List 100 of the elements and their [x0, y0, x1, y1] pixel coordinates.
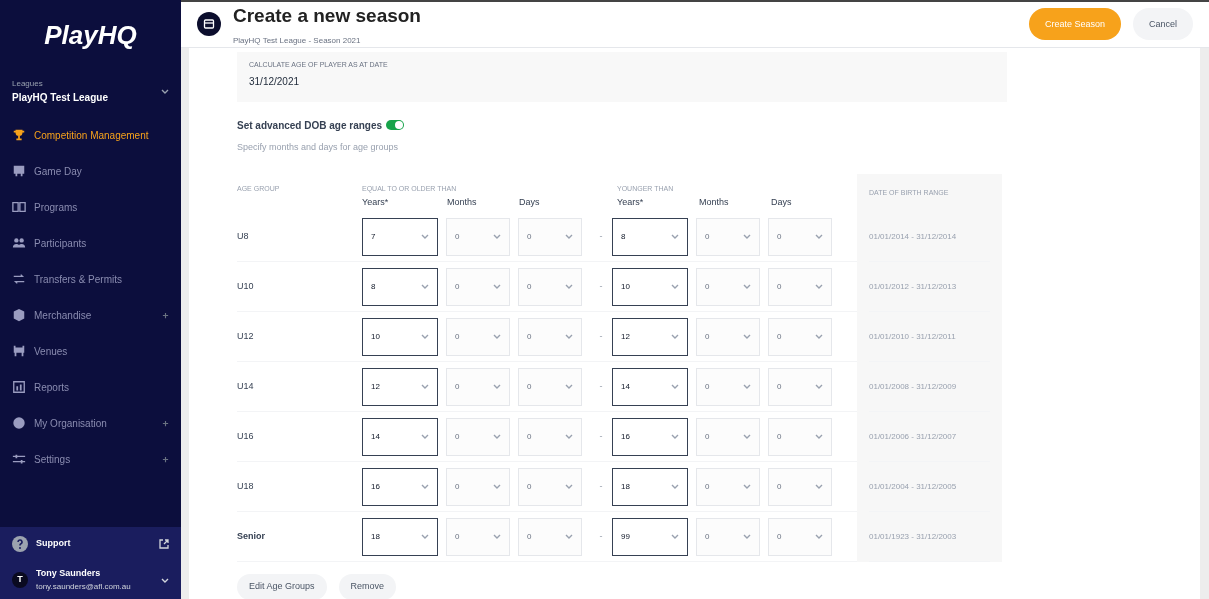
logo: PlayHQ: [44, 18, 137, 52]
plus-icon: [162, 455, 169, 463]
date-range: 01/01/2006 - 31/12/2007: [869, 412, 990, 462]
age-group-label: U16: [237, 429, 255, 443]
chevron-icon: [743, 383, 751, 390]
select-field[interactable]: 10: [362, 317, 438, 356]
date-range: 01/01/2010 - 31/12/2011: [869, 312, 990, 362]
chevron-icon: [421, 233, 429, 240]
chevron-icon: [421, 383, 429, 390]
chevron-icon: [815, 233, 823, 240]
column-heading: Years*: [362, 196, 390, 210]
whiteboard-icon: [12, 164, 26, 178]
date-range: 01/01/2004 - 31/12/2005: [869, 462, 990, 512]
chevron-icon: [743, 333, 751, 340]
chevron-icon: [815, 483, 823, 490]
chevron-icon: [671, 533, 679, 540]
dash-separator: -: [598, 229, 604, 243]
plus-icon: [162, 419, 169, 427]
sidebar-item[interactable]: Programs: [0, 189, 181, 225]
select-field[interactable]: 18: [612, 467, 688, 506]
chevron-icon: [493, 233, 501, 240]
select-field[interactable]: 14: [362, 417, 438, 456]
arrows-icon: [12, 272, 26, 286]
org-label: Leagues: [12, 78, 44, 90]
chevron-icon: [743, 433, 751, 440]
select-field[interactable]: 8: [612, 217, 688, 256]
sidebar-item[interactable]: Venues: [0, 333, 181, 369]
chevron-icon: [743, 283, 751, 290]
sidebar-item[interactable]: Participants: [0, 225, 181, 261]
sidebar-item[interactable]: Merchandise: [0, 297, 181, 333]
chevron-icon: [743, 233, 751, 240]
chevron-icon: [493, 283, 501, 290]
footer-button[interactable]: Edit Age Groups: [237, 574, 327, 599]
age-group-label: U8: [237, 229, 250, 243]
select-field[interactable]: 8: [362, 267, 438, 306]
select-field[interactable]: 10: [612, 267, 688, 306]
chevron-icon: [671, 333, 679, 340]
toggle-label: Set advanced DOB age ranges: [237, 118, 383, 133]
user-menu[interactable]: T Tony Saunders tony.saunders@afl.com.au: [0, 561, 181, 599]
user-name: Tony Saunders: [36, 567, 102, 581]
date-range: 01/01/2012 - 31/12/2013: [869, 262, 990, 312]
sidebar-item[interactable]: Transfers & Permits: [0, 261, 181, 297]
chevron-icon: [161, 576, 169, 584]
chevron-icon: [421, 483, 429, 490]
chevron-icon: [565, 433, 573, 440]
org-name[interactable]: PlayHQ Test League: [12, 90, 161, 105]
box-icon: [12, 308, 26, 322]
avatar: T: [12, 572, 28, 588]
sidebar-item[interactable]: Settings: [0, 441, 181, 477]
chevron-icon: [161, 88, 169, 95]
chevron-icon: [671, 433, 679, 440]
chevron-icon: [815, 383, 823, 390]
select-field[interactable]: 7: [362, 217, 438, 256]
chevron-icon: [493, 433, 501, 440]
column-heading: Days: [771, 196, 793, 210]
page-subtitle: PlayHQ Test League - Season 2021: [233, 34, 362, 47]
select-field[interactable]: 16: [612, 417, 688, 456]
chevron-icon: [421, 433, 429, 440]
select-field[interactable]: 99: [612, 517, 688, 556]
dash-separator: -: [598, 379, 604, 393]
date-range: 01/01/2008 - 31/12/2009: [869, 362, 990, 412]
chevron-icon: [565, 383, 573, 390]
chevron-icon: [815, 533, 823, 540]
chevron-icon: [493, 533, 501, 540]
toggle-switch[interactable]: [386, 120, 405, 130]
chevron-icon: [565, 533, 573, 540]
chevron-icon: [493, 383, 501, 390]
chevron-icon: [671, 483, 679, 490]
chevron-icon: [743, 483, 751, 490]
calendar-icon: [197, 12, 221, 37]
sidebar-item[interactable]: Reports: [0, 369, 181, 405]
date-range: 01/01/1923 - 31/12/2003: [869, 512, 990, 562]
cancel-button[interactable]: Cancel: [1133, 8, 1193, 41]
trophy-icon: [12, 128, 26, 142]
support-link[interactable]: Support: [0, 527, 181, 561]
chevron-icon: [671, 283, 679, 290]
help-icon: [12, 536, 28, 552]
sidebar-item[interactable]: Game Day: [0, 153, 181, 189]
dash-separator: -: [598, 279, 604, 293]
people-icon: [12, 236, 26, 250]
age-group-label: U14: [237, 379, 255, 393]
chevron-icon: [671, 233, 679, 240]
age-group-label: Senior: [237, 529, 266, 543]
select-field[interactable]: 16: [362, 467, 438, 506]
chevron-icon: [493, 333, 501, 340]
sidebar-item[interactable]: My Organisation: [0, 405, 181, 441]
sidebar-item[interactable]: Competition Management: [0, 117, 181, 153]
date-range: 01/01/2014 - 31/12/2014: [869, 212, 990, 262]
footer-button[interactable]: Remove: [338, 574, 397, 599]
select-field[interactable]: 12: [362, 367, 438, 406]
chevron-icon: [565, 283, 573, 290]
select-field[interactable]: 18: [362, 517, 438, 556]
select-field[interactable]: 14: [612, 367, 688, 406]
chevron-icon: [671, 383, 679, 390]
chevron-icon: [815, 283, 823, 290]
plus-icon: [162, 311, 169, 319]
age-group-label: U18: [237, 479, 255, 493]
column-heading: Years*: [617, 196, 645, 210]
select-field[interactable]: 12: [612, 317, 688, 356]
chevron-icon: [421, 533, 429, 540]
